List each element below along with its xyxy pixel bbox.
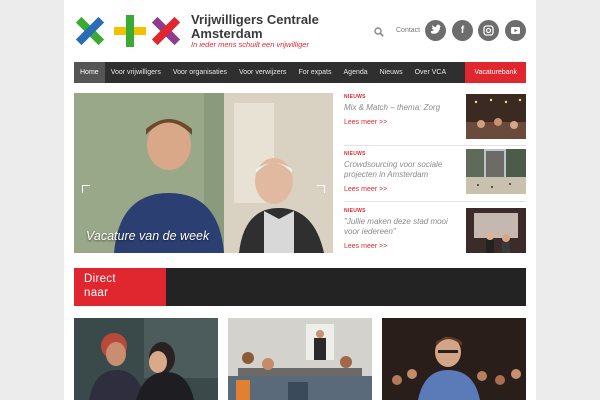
instagram-icon[interactable] xyxy=(478,20,499,41)
brand-name-line1: Vrijwilligers Centrale xyxy=(191,12,319,27)
nav-item-nieuws[interactable]: Nieuws xyxy=(374,62,409,83)
tile-photo-verwijzers[interactable] xyxy=(382,318,526,400)
direct-naar-label: Direct naar xyxy=(74,268,166,306)
direct-label-line1: Direct xyxy=(84,273,116,285)
news-thumbnail[interactable] xyxy=(466,208,526,253)
news-thumbnail[interactable] xyxy=(466,94,526,139)
nav-item-over-vca[interactable]: Over VCA xyxy=(409,62,453,83)
facebook-icon[interactable]: f xyxy=(452,20,473,41)
slider-corner-right xyxy=(317,185,325,193)
hero-slider[interactable]: Vacature van de week xyxy=(74,93,333,253)
nav-item-agenda[interactable]: Agenda xyxy=(338,62,374,83)
nav-item-home[interactable]: Home xyxy=(74,62,105,83)
youtube-icon[interactable] xyxy=(505,20,526,41)
tile-photo-vrijwilligers[interactable] xyxy=(74,318,218,400)
hero-caption[interactable]: Vacature van de week xyxy=(86,229,209,243)
news-thumbnail[interactable] xyxy=(466,149,526,194)
slider-corner-left xyxy=(82,185,90,193)
page: Vrijwilligers Centrale Amsterdam In iede… xyxy=(64,0,536,400)
news-title[interactable]: Crowdsourcing voor sociale projecten in … xyxy=(344,160,456,180)
brand-name[interactable]: Vrijwilligers Centrale Amsterdam xyxy=(191,13,319,41)
tile-photo-organisaties[interactable] xyxy=(228,318,372,400)
search-icon[interactable] xyxy=(374,27,384,37)
news-divider xyxy=(344,145,526,146)
direct-label-line2: naar xyxy=(84,287,109,299)
news-title[interactable]: "Jullie maken deze stad mooi voor iedere… xyxy=(344,217,456,237)
brand-name-line2: Amsterdam xyxy=(191,26,263,41)
news-item[interactable]: NIEUWS Crowdsourcing voor sociale projec… xyxy=(344,149,526,197)
logo-icon[interactable] xyxy=(74,12,184,50)
direct-naar-bar: Direct naar xyxy=(74,268,526,306)
news-divider xyxy=(344,201,526,202)
nav-item-voor-organisaties[interactable]: Voor organisaties xyxy=(167,62,233,83)
news-item[interactable]: NIEUWS Mix & Match – thema: Zorg Lees me… xyxy=(344,94,526,140)
vacaturebank-button[interactable]: Vacaturebank xyxy=(465,62,526,83)
twitter-icon[interactable] xyxy=(425,20,446,41)
nav-item-voor-vrijwilligers[interactable]: Voor vrijwilligers xyxy=(105,62,167,83)
news-item[interactable]: NIEUWS "Jullie maken deze stad mooi voor… xyxy=(344,208,526,254)
news-title[interactable]: Mix & Match – thema: Zorg xyxy=(344,103,456,113)
nav-item-voor-verwijzers[interactable]: Voor verwijzers xyxy=(233,62,292,83)
main-nav: Home Voor vrijwilligers Voor organisatie… xyxy=(74,62,526,83)
brand-tagline: In ieder mens schuilt een vrijwilliger xyxy=(191,40,309,49)
nav-item-for-expats[interactable]: For expats xyxy=(292,62,337,83)
contact-link[interactable]: Contact xyxy=(396,27,420,34)
